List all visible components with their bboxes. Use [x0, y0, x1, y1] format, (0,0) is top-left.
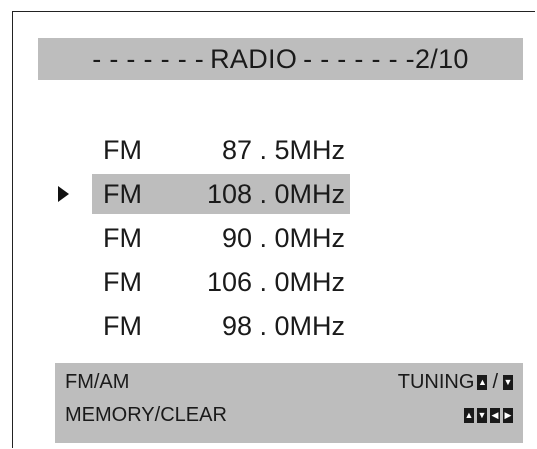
preset-row-1[interactable]: FM 87 . 5MHz: [55, 128, 375, 172]
help-line-2: MEMORY/CLEAR ▲ ▼ ◀ ▶: [65, 400, 513, 430]
help-line-1: FM/AM TUNING ▲ / ▼: [65, 367, 513, 397]
preset-band: FM: [103, 266, 142, 297]
preset-row-4[interactable]: FM 106 . 0MHz: [55, 260, 375, 304]
preset-frequency: 108 . 0MHz: [206, 178, 345, 209]
preset-band: FM: [103, 178, 142, 209]
tuning-separator: /: [492, 370, 498, 393]
selection-pointer-icon: [58, 186, 69, 202]
arrow-down-icon: ▼: [503, 374, 513, 390]
tuning-hint: TUNING ▲ / ▼: [398, 371, 513, 394]
preset-band: FM: [103, 310, 142, 341]
arrow-up-icon: ▲: [464, 407, 474, 423]
preset-frequency: 90 . 0MHz: [221, 222, 345, 253]
page-title: RADIO: [210, 43, 298, 74]
navigation-keys: ▲ ▼ ◀ ▶: [464, 407, 513, 423]
preset-row-5[interactable]: FM 98 . 0MHz: [55, 304, 375, 348]
title-bar: - - - - - - - RADIO - - - - - - - 2/10: [38, 38, 523, 80]
title-dashes-left: - - - - - - -: [92, 43, 205, 74]
preset-band: FM: [103, 134, 142, 165]
arrow-down-icon: ▼: [477, 407, 487, 423]
tuning-label: TUNING: [397, 370, 475, 393]
title-dashes-right: - - - - - - -: [303, 43, 415, 74]
preset-frequency: 106 . 0MHz: [206, 266, 345, 297]
help-bar: FM/AM TUNING ▲ / ▼ MEMORY/CLEAR ▲ ▼ ◀ ▶: [55, 363, 523, 443]
arrow-up-icon: ▲: [477, 374, 488, 390]
preset-list: FM 87 . 5MHz FM 108 . 0MHz FM 90 . 0MHz …: [55, 128, 375, 348]
preset-row-3[interactable]: FM 90 . 0MHz: [55, 216, 375, 260]
preset-row-2[interactable]: FM 108 . 0MHz: [55, 172, 375, 216]
preset-frequency: 87 . 5MHz: [221, 134, 345, 165]
page-indicator: 2/10: [414, 43, 469, 74]
band-switch-hint: FM/AM: [65, 370, 130, 393]
memory-clear-hint: MEMORY/CLEAR: [65, 403, 227, 426]
arrow-right-icon: ▶: [503, 407, 513, 423]
preset-frequency: 98 . 0MHz: [221, 310, 345, 341]
preset-band: FM: [103, 222, 142, 253]
arrow-left-icon: ◀: [490, 407, 500, 423]
